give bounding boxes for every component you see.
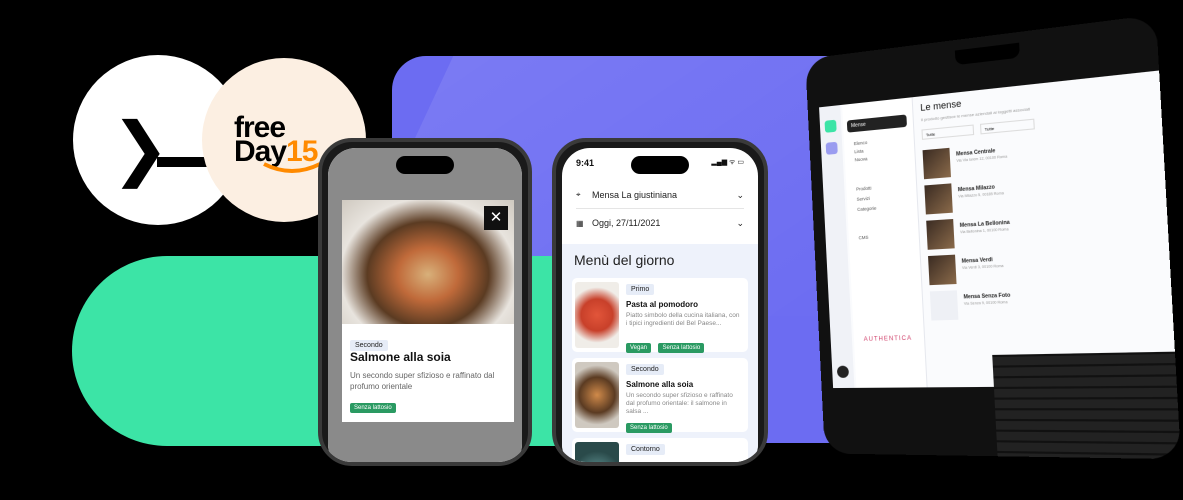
selected-date: Oggi, 27/11/2021 (592, 218, 661, 228)
lactose-free-badge: Senza lattosio (658, 343, 705, 353)
sidebar-item-mense[interactable]: Mense (846, 114, 907, 133)
canteen-name: Mensa La giustiniana (592, 190, 678, 200)
phone-left-screen: ✕ Secondo Salmone alla soia Un secondo s… (328, 148, 522, 462)
lactose-free-badge: Senza lattosio (626, 423, 672, 433)
sidebar-nav: Mense Elenco Lista Nuova Prodotti Serviz… (842, 97, 928, 388)
dish-category-badge: Contorno (626, 444, 665, 455)
laptop-dashboard: Mense Elenco Lista Nuova Prodotti Serviz… (805, 14, 1181, 460)
user-avatar[interactable] (836, 365, 850, 378)
sidebar-subitem[interactable]: Nuova (854, 155, 868, 164)
phone-mid-screen: 9:41 ▂▄▆ ᯤ ▭ ⌖ Mensa La giustiniana ⌄ ▦ … (562, 148, 758, 462)
canteen-selector[interactable]: ⌖ Mensa La giustiniana ⌄ (576, 184, 744, 206)
vegan-badge: Vegan (626, 343, 652, 353)
prompt-chevron-icon: ❯ (111, 107, 170, 189)
side-dish-photo (575, 442, 619, 462)
menu-list: Menù del giorno Primo Pasta al pomodoro … (562, 244, 758, 462)
app-logo-icon (824, 119, 837, 133)
laptop-notch (954, 42, 1020, 66)
brand-logo: AUTHENTICA (863, 335, 913, 343)
sidebar-item-cms[interactable]: CMS (858, 235, 868, 241)
dish-description: Un secondo super sfizioso e raffinato da… (350, 371, 495, 391)
dish-category-badge: Primo (626, 284, 655, 295)
phone-dish-detail: ✕ Secondo Salmone alla soia Un secondo s… (318, 138, 532, 466)
dish-title: Salmone alla soia (350, 350, 451, 364)
chevron-down-icon: ⌄ (736, 189, 744, 200)
table-row[interactable]: Mensa Senza Foto Via Senza 9, 00100 Roma (929, 281, 1181, 323)
phone-daily-menu: 9:41 ▂▄▆ ᯤ ▭ ⌖ Mensa La giustiniana ⌄ ▦ … (552, 138, 768, 466)
calendar-icon: ▦ (576, 218, 584, 228)
dish-description: Un secondo super sfizioso e raffinato da… (626, 392, 733, 415)
dish-title: Salmone alla soia (626, 380, 694, 389)
laptop-keyboard (992, 351, 1181, 460)
location-pin-icon: ⌖ (576, 190, 581, 199)
menu-card-contorno[interactable]: Contorno (572, 438, 748, 462)
canteen-photo (928, 254, 957, 286)
menu-card-primo[interactable]: Primo Pasta al pomodoro Piatto simbolo d… (572, 278, 748, 353)
salmon-photo (575, 362, 619, 428)
canteen-photo-placeholder (929, 290, 959, 321)
freeday-smile-icon (263, 162, 321, 173)
phone-notch (631, 156, 689, 174)
main-content: Le mense Il prodotto gestisce le mense a… (916, 68, 1181, 388)
lactose-free-badge: Senza lattosio (350, 403, 396, 413)
page-title: Le mense (920, 98, 962, 113)
dish-title: Pasta al pomodoro (626, 300, 699, 309)
date-selector[interactable]: ▦ Oggi, 27/11/2021 ⌄ (576, 212, 744, 234)
dish-category-badge: Secondo (626, 364, 664, 375)
menu-card-secondo[interactable]: Secondo Salmone alla soia Un secondo sup… (572, 358, 748, 433)
canteen-photo (922, 147, 951, 180)
status-icons: ▂▄▆ ᯤ ▭ (711, 159, 744, 166)
rail-item-icon[interactable] (825, 141, 838, 155)
phone-notch (396, 156, 454, 174)
sidebar-item-categorie[interactable]: Categorie (857, 204, 877, 216)
dish-modal: ✕ Secondo Salmone alla soia Un secondo s… (342, 200, 514, 422)
canteen-photo (924, 183, 953, 215)
chevron-down-icon: ⌄ (736, 217, 744, 228)
laptop-screen: Mense Elenco Lista Nuova Prodotti Serviz… (819, 67, 1181, 389)
menu-title: Menù del giorno (574, 252, 675, 268)
close-icon[interactable]: ✕ (484, 206, 508, 230)
divider (576, 208, 744, 209)
filter-select[interactable]: Tutte (979, 118, 1035, 135)
filter-select[interactable]: Tutte (921, 124, 975, 140)
status-time: 9:41 (576, 158, 595, 168)
dish-description: Piatto simbolo della cucina italiana, co… (626, 312, 740, 327)
canteen-photo (926, 218, 955, 250)
pasta-photo (575, 282, 619, 348)
